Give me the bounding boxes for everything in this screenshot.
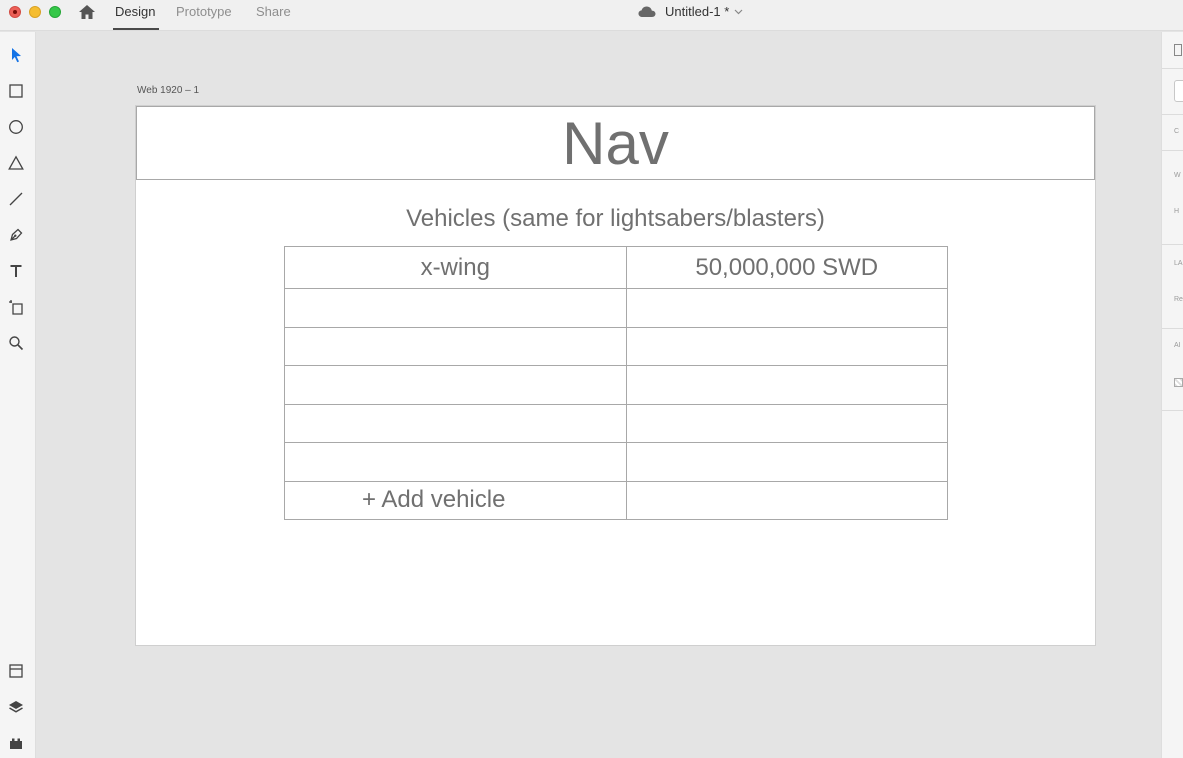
vehicle-price-cell[interactable] bbox=[625, 288, 948, 328]
inspector-divider bbox=[1162, 328, 1183, 329]
vehicles-heading: Vehicles (same for lightsabers/blasters) bbox=[406, 205, 825, 232]
property-inspector: C W H LA Re AI bbox=[1161, 32, 1183, 758]
active-tab-indicator bbox=[113, 28, 159, 30]
inspector-component-button[interactable] bbox=[1174, 80, 1183, 102]
vehicle-name-cell[interactable] bbox=[284, 288, 627, 328]
vehicle-name-cell[interactable] bbox=[284, 403, 627, 443]
table-row bbox=[284, 403, 948, 443]
table-row bbox=[284, 326, 948, 366]
tab-share[interactable]: Share bbox=[256, 4, 291, 19]
inspector-divider bbox=[1162, 68, 1183, 69]
text-tool-icon bbox=[10, 265, 22, 277]
line-tool[interactable] bbox=[7, 190, 25, 208]
document-title-text: Untitled-1 * bbox=[665, 4, 730, 19]
inspector-divider bbox=[1162, 150, 1183, 151]
vehicle-price-cell[interactable]: 50,000,000 SWD bbox=[625, 246, 948, 289]
close-window-button[interactable] bbox=[9, 6, 21, 18]
inspector-label-appearance: AI bbox=[1174, 342, 1181, 349]
minimize-window-button[interactable] bbox=[29, 6, 41, 18]
vehicle-name-cell[interactable] bbox=[284, 442, 627, 482]
tools-toolbar bbox=[0, 32, 36, 758]
grid-pattern-icon[interactable] bbox=[1174, 378, 1183, 387]
inspector-divider bbox=[1162, 114, 1183, 115]
layers-panel-button[interactable] bbox=[7, 698, 25, 716]
table-row bbox=[284, 442, 948, 482]
plugins-icon bbox=[10, 738, 22, 749]
ellipse-tool[interactable] bbox=[7, 118, 25, 136]
artboard-tool[interactable] bbox=[7, 298, 25, 316]
assets-icon bbox=[9, 664, 23, 678]
home-icon[interactable] bbox=[78, 4, 96, 20]
zoom-tool-icon bbox=[9, 336, 24, 351]
chevron-down-icon[interactable] bbox=[734, 9, 743, 15]
vehicle-price-cell[interactable] bbox=[625, 442, 948, 482]
title-bar: Design Prototype Share Untitled-1 * bbox=[0, 0, 1183, 31]
artboard-tool-icon bbox=[9, 300, 23, 315]
select-tool[interactable] bbox=[7, 46, 25, 64]
vehicle-name-cell[interactable] bbox=[284, 365, 627, 405]
tab-prototype[interactable]: Prototype bbox=[176, 4, 232, 19]
assets-panel-button[interactable] bbox=[7, 662, 25, 680]
maximize-window-button[interactable] bbox=[49, 6, 61, 18]
table-row-add: + Add vehicle bbox=[284, 480, 948, 520]
pen-tool-icon bbox=[10, 228, 23, 241]
inspector-label-height: H bbox=[1174, 208, 1180, 215]
document-title[interactable]: Untitled-1 * bbox=[638, 4, 743, 19]
table-row bbox=[284, 288, 948, 328]
vehicle-name-cell[interactable]: x-wing bbox=[284, 246, 627, 289]
line-tool-icon bbox=[9, 192, 23, 206]
polygon-tool[interactable] bbox=[7, 154, 25, 172]
artboard[interactable]: Nav Vehicles (same for lightsabers/blast… bbox=[135, 105, 1096, 646]
table-row bbox=[284, 365, 948, 405]
nav-text: Nav bbox=[562, 109, 669, 177]
rectangle-tool-icon bbox=[9, 84, 23, 98]
ellipse-tool-icon bbox=[9, 120, 23, 134]
vehicle-price-cell[interactable] bbox=[625, 403, 948, 443]
add-vehicle-button[interactable]: + Add vehicle bbox=[284, 480, 627, 520]
inspector-label-width: W bbox=[1174, 172, 1181, 179]
select-tool-icon bbox=[12, 48, 21, 63]
inspector-divider bbox=[1162, 244, 1183, 245]
vehicle-name-cell[interactable] bbox=[284, 326, 627, 366]
table-row: x-wing 50,000,000 SWD bbox=[284, 246, 948, 289]
text-tool[interactable] bbox=[7, 262, 25, 280]
rectangle-tool[interactable] bbox=[7, 82, 25, 100]
vehicle-price-cell[interactable] bbox=[625, 326, 948, 366]
vehicles-table: x-wing 50,000,000 SWD + Add vehicle bbox=[284, 246, 948, 520]
polygon-tool-icon bbox=[8, 155, 24, 170]
zoom-tool[interactable] bbox=[7, 334, 25, 352]
plugins-panel-button[interactable] bbox=[7, 734, 25, 752]
empty-cell[interactable] bbox=[625, 480, 948, 520]
vehicle-price-cell[interactable] bbox=[625, 365, 948, 405]
tab-design[interactable]: Design bbox=[115, 4, 155, 19]
artboard-name-label[interactable]: Web 1920 – 1 bbox=[137, 85, 199, 96]
nav-placeholder[interactable]: Nav bbox=[136, 106, 1095, 180]
cloud-icon bbox=[638, 6, 656, 17]
inspector-label-responsive: Re bbox=[1174, 296, 1183, 303]
layers-icon bbox=[9, 701, 23, 713]
inspector-label-component: C bbox=[1174, 128, 1180, 135]
inspector-toggle-icon[interactable] bbox=[1174, 44, 1182, 56]
pen-tool[interactable] bbox=[7, 226, 25, 244]
inspector-divider bbox=[1162, 410, 1183, 411]
inspector-label-layout: LA bbox=[1174, 260, 1183, 267]
